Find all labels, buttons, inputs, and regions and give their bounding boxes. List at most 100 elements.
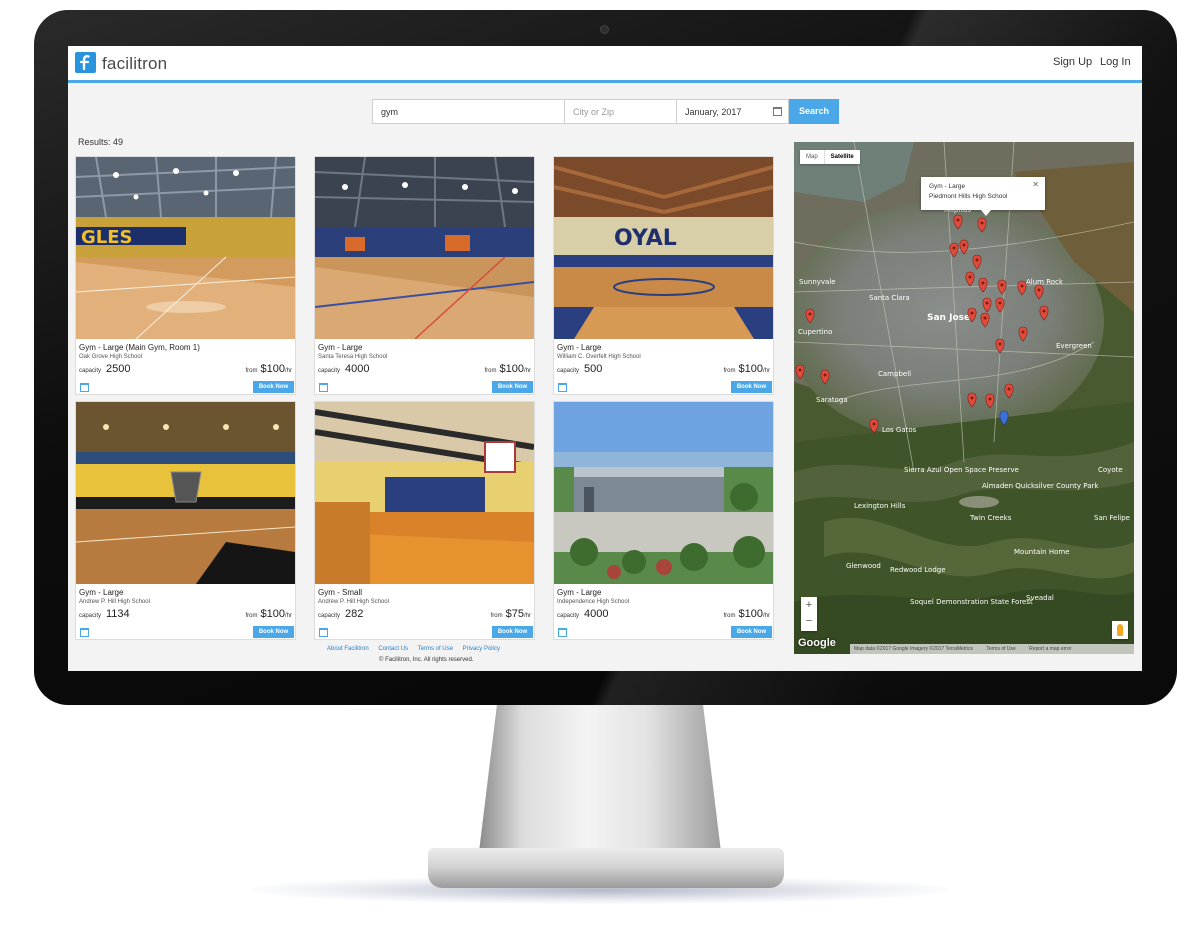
place-label: Mountain Home bbox=[1014, 548, 1070, 556]
map-type-tabs: Map Satellite bbox=[800, 150, 860, 164]
venue-photo[interactable] bbox=[76, 402, 295, 584]
book-now-button[interactable]: Book Now bbox=[492, 381, 533, 393]
login-link[interactable]: Log In bbox=[1100, 56, 1131, 68]
zoom-in-button[interactable]: + bbox=[801, 597, 817, 613]
results-map[interactable]: Sunnyvale Santa Clara San Jose Cupertino… bbox=[794, 142, 1134, 654]
zoom-out-button[interactable]: − bbox=[801, 613, 817, 629]
book-now-button[interactable]: Book Now bbox=[492, 626, 533, 638]
map-pin-dot bbox=[980, 221, 984, 225]
calendar-icon[interactable] bbox=[319, 628, 328, 637]
price: from $75/hr bbox=[491, 608, 531, 620]
search-button[interactable]: Search bbox=[789, 99, 839, 124]
capacity-label: capacity bbox=[318, 613, 341, 619]
venue-card[interactable]: GLES Gym - Large (Main Gym, Room 1) Oak … bbox=[75, 156, 296, 395]
info-window-school: Piedmont Hills High School bbox=[929, 193, 1008, 200]
capacity-value: 500 bbox=[584, 363, 603, 375]
price-unit: /hr bbox=[523, 613, 531, 619]
calendar-icon[interactable] bbox=[319, 383, 328, 392]
location-input[interactable]: City or Zip bbox=[565, 99, 677, 124]
svg-text:GLES: GLES bbox=[81, 227, 133, 248]
map-pin-dot bbox=[988, 397, 992, 401]
venue-school: William C. Overfelt High School bbox=[557, 354, 641, 360]
place-label: Twin Creeks bbox=[969, 514, 1012, 522]
logo-text[interactable]: facilitron bbox=[102, 54, 167, 74]
place-label: Cupertino bbox=[798, 328, 832, 336]
top-navbar: facilitron Sign Up Log In bbox=[68, 46, 1142, 83]
contact-link[interactable]: Contact Us bbox=[378, 646, 408, 652]
venue-photo[interactable] bbox=[315, 157, 534, 339]
report-map-error-link[interactable]: Report a map error bbox=[1029, 646, 1071, 652]
street-view-pegman-icon[interactable] bbox=[1112, 621, 1128, 639]
venue-title[interactable]: Gym - Large bbox=[557, 343, 601, 352]
venue-photo[interactable]: GLES bbox=[76, 157, 295, 339]
map-pin-dot bbox=[798, 368, 802, 372]
privacy-link[interactable]: Privacy Policy bbox=[463, 646, 500, 652]
map-pin-dot bbox=[872, 422, 876, 426]
place-label: Sierra Azul Open Space Preserve bbox=[904, 466, 1019, 474]
calendar-icon[interactable] bbox=[80, 383, 89, 392]
venue-title[interactable]: Gym - Large bbox=[318, 343, 362, 352]
from-label: from bbox=[723, 368, 736, 374]
map-terms-link[interactable]: Terms of Use bbox=[986, 646, 1015, 652]
map-info-window[interactable]: Gym - Large Piedmont Hills High School ✕ bbox=[921, 177, 1045, 210]
price-unit: /hr bbox=[523, 368, 531, 374]
keyword-input[interactable]: gym bbox=[372, 99, 565, 124]
close-icon[interactable]: ✕ bbox=[1032, 180, 1039, 189]
venue-photo[interactable] bbox=[315, 402, 534, 584]
map-pin-dot bbox=[975, 258, 979, 262]
place-label: Campbell bbox=[878, 370, 911, 378]
map-pin-dot bbox=[952, 246, 956, 250]
footer-links: About Facilitron Contact Us Terms of Use… bbox=[327, 646, 508, 652]
price-value: $100 bbox=[738, 608, 763, 620]
signup-link[interactable]: Sign Up bbox=[1053, 56, 1092, 68]
app-screen: facilitron Sign Up Log In gym City or Zi… bbox=[68, 46, 1142, 671]
venue-photo[interactable] bbox=[554, 402, 773, 584]
price: from $100/hr bbox=[245, 608, 292, 620]
venue-title[interactable]: Gym - Small bbox=[318, 588, 362, 597]
calendar-icon[interactable] bbox=[773, 107, 782, 116]
tab-map[interactable]: Map bbox=[800, 150, 824, 164]
venue-photo[interactable]: OYAL bbox=[554, 157, 773, 339]
book-now-button[interactable]: Book Now bbox=[253, 381, 294, 393]
calendar-icon[interactable] bbox=[558, 628, 567, 637]
place-label: Santa Clara bbox=[869, 294, 910, 302]
price-unit: /hr bbox=[762, 368, 770, 374]
price: from $100/hr bbox=[245, 363, 292, 375]
svg-text:OYAL: OYAL bbox=[614, 226, 677, 251]
venue-card[interactable]: Gym - Large Santa Teresa High School cap… bbox=[314, 156, 535, 395]
book-now-button[interactable]: Book Now bbox=[731, 626, 772, 638]
facilitron-logo-icon[interactable] bbox=[75, 52, 96, 73]
from-label: from bbox=[245, 613, 258, 619]
price-value: $100 bbox=[499, 363, 524, 375]
price-value: $75 bbox=[505, 608, 524, 620]
calendar-icon[interactable] bbox=[80, 628, 89, 637]
capacity-label: capacity bbox=[318, 368, 341, 374]
from-label: from bbox=[245, 368, 258, 374]
map-pin-dot bbox=[1020, 284, 1024, 288]
book-now-button[interactable]: Book Now bbox=[253, 626, 294, 638]
map-pin-dot bbox=[983, 316, 987, 320]
calendar-icon[interactable] bbox=[558, 383, 567, 392]
about-link[interactable]: About Facilitron bbox=[327, 646, 369, 652]
venue-title[interactable]: Gym - Large (Main Gym, Room 1) bbox=[79, 343, 200, 352]
copyright: © Facilitron, Inc. All rights reserved. bbox=[379, 657, 474, 663]
venue-card[interactable]: Gym - Large Andrew P. Hill High School c… bbox=[75, 401, 296, 640]
pegman-figure bbox=[1117, 624, 1123, 636]
date-input[interactable]: January, 2017 bbox=[677, 99, 789, 124]
map-pin-dot bbox=[956, 218, 960, 222]
date-value: January, 2017 bbox=[685, 107, 742, 117]
from-label: from bbox=[723, 613, 736, 619]
venue-card[interactable]: OYAL Gym - Large William C. Overfelt Hig… bbox=[553, 156, 774, 395]
terms-link[interactable]: Terms of Use bbox=[418, 646, 453, 652]
venue-card[interactable]: Gym - Large Independence High School cap… bbox=[553, 401, 774, 640]
satellite-map[interactable]: Sunnyvale Santa Clara San Jose Cupertino… bbox=[794, 142, 1134, 654]
capacity-label: capacity bbox=[557, 368, 580, 374]
venue-card[interactable]: Gym - Small Andrew P. Hill High School c… bbox=[314, 401, 535, 640]
tab-satellite[interactable]: Satellite bbox=[823, 150, 860, 164]
map-pin-dot bbox=[1000, 283, 1004, 287]
venue-title[interactable]: Gym - Large bbox=[557, 588, 601, 597]
book-now-button[interactable]: Book Now bbox=[731, 381, 772, 393]
map-pin-dot bbox=[970, 396, 974, 400]
place-label: Alum Rock bbox=[1026, 278, 1064, 286]
venue-title[interactable]: Gym - Large bbox=[79, 588, 123, 597]
